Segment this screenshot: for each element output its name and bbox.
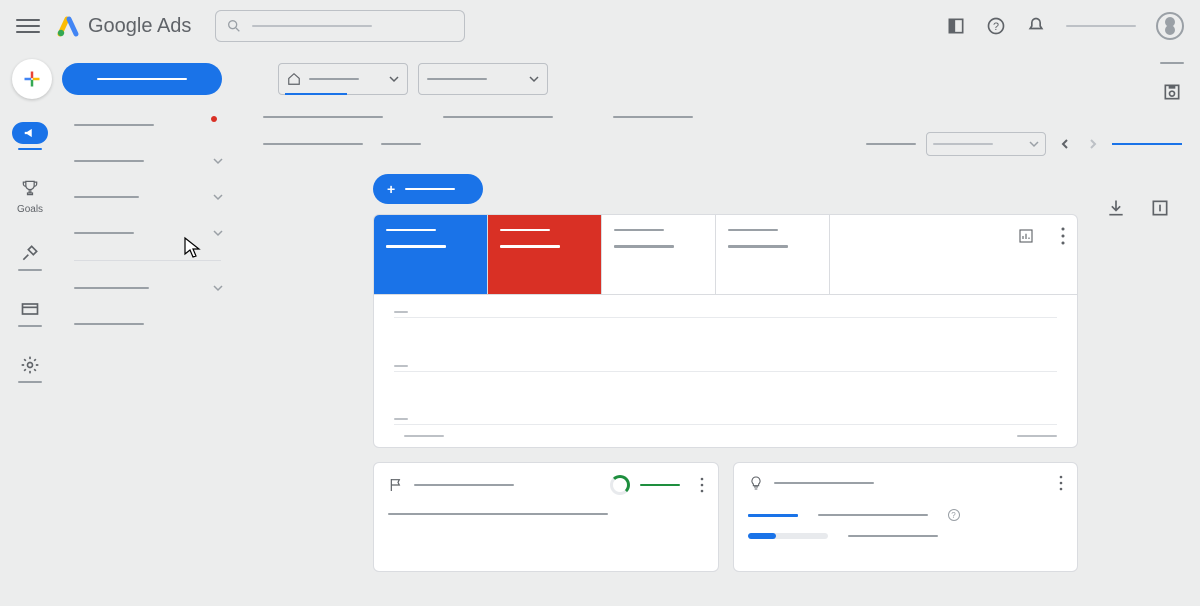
download-icon[interactable]	[1106, 198, 1126, 218]
account-avatar[interactable]	[1156, 12, 1184, 40]
crumb-1[interactable]	[443, 116, 553, 118]
save-icon[interactable]	[1162, 82, 1182, 102]
x-tick-end	[1017, 435, 1057, 437]
chevron-down-icon	[213, 228, 223, 238]
primary-action-button[interactable]	[62, 63, 222, 95]
score-value	[748, 514, 798, 517]
chart-area	[374, 295, 1077, 435]
chevron-down-icon	[213, 283, 223, 293]
progress-label	[848, 535, 938, 537]
sidebar-item-5[interactable]	[68, 315, 227, 333]
active-range-indicator	[1112, 143, 1182, 145]
optimization-card: ?	[733, 462, 1079, 572]
progress-bar	[748, 533, 828, 539]
more-menu-icon[interactable]	[700, 477, 704, 493]
scorecard-row	[374, 215, 1077, 295]
scorecard-3[interactable]	[716, 215, 830, 294]
billing-icon	[20, 299, 40, 319]
hamburger-menu-icon[interactable]	[16, 14, 40, 38]
rail-tools[interactable]	[18, 241, 42, 271]
crumb-2[interactable]	[613, 116, 693, 118]
subnav-tab-0[interactable]	[263, 143, 363, 145]
rail-billing[interactable]	[18, 297, 42, 327]
chart-settings-icon[interactable]	[1017, 227, 1035, 245]
search-icon	[226, 18, 242, 34]
chevron-right-icon	[1088, 139, 1098, 149]
summary-card	[373, 214, 1078, 448]
plus-icon: +	[387, 181, 395, 197]
sidebar-item-4[interactable]	[68, 279, 227, 297]
campaign-scope-dropdown[interactable]	[418, 63, 548, 95]
expand-icon[interactable]	[1150, 198, 1170, 218]
home-icon	[287, 72, 301, 86]
sidebar-item-2[interactable]	[68, 188, 227, 206]
date-label	[866, 143, 916, 145]
svg-text:?: ?	[993, 21, 999, 33]
chevron-left-icon	[1060, 139, 1070, 149]
more-menu-icon[interactable]	[1059, 475, 1063, 491]
create-button[interactable]	[12, 59, 52, 99]
lightbulb-icon	[748, 475, 764, 491]
app-header: Google Ads ?	[0, 0, 1200, 52]
scorecard-0[interactable]	[374, 215, 488, 294]
search-input[interactable]	[215, 10, 465, 42]
chevron-down-icon	[529, 74, 539, 84]
subnav-tab-1[interactable]	[381, 143, 421, 145]
recommendations-card	[373, 462, 719, 572]
secondary-nav	[60, 102, 235, 606]
date-prev-button[interactable]	[1056, 135, 1074, 153]
trophy-icon	[20, 178, 40, 198]
account-label	[1066, 25, 1136, 27]
loading-spinner-icon	[610, 475, 630, 495]
tools-icon	[20, 243, 40, 263]
scorecard-2[interactable]	[602, 215, 716, 294]
left-icon-rail: Goals	[0, 102, 60, 606]
alert-dot-icon	[211, 116, 217, 122]
chevron-down-icon	[213, 192, 223, 202]
date-next-button[interactable]	[1084, 135, 1102, 153]
main-content: +	[235, 102, 1200, 606]
megaphone-icon	[23, 126, 37, 140]
chevron-down-icon	[389, 74, 399, 84]
scorecard-1[interactable]	[488, 215, 602, 294]
gear-icon	[20, 355, 40, 375]
top-action-row	[0, 52, 1200, 102]
rail-goals[interactable]: Goals	[17, 176, 43, 215]
flag-icon	[388, 477, 404, 493]
appearance-icon[interactable]	[946, 16, 966, 36]
breadcrumb	[263, 116, 1182, 118]
cursor-icon	[183, 236, 203, 260]
status-text	[640, 484, 680, 486]
chevron-down-icon	[213, 156, 223, 166]
help-icon[interactable]: ?	[986, 16, 1006, 36]
add-button[interactable]: +	[373, 174, 483, 204]
info-icon[interactable]: ?	[948, 509, 960, 521]
sidebar-item-0[interactable]	[68, 116, 227, 134]
sidebar-item-1[interactable]	[68, 152, 227, 170]
card-body-text	[388, 513, 608, 515]
rail-goals-label: Goals	[17, 204, 43, 215]
plus-multicolor-icon	[22, 69, 42, 89]
product-logo[interactable]: Google Ads	[56, 14, 191, 38]
more-menu-icon[interactable]	[1061, 227, 1065, 245]
rail-admin[interactable]	[18, 353, 42, 383]
rail-campaigns[interactable]	[12, 122, 48, 150]
right-rail-item[interactable]	[1160, 62, 1184, 64]
product-name: Google Ads	[88, 15, 191, 38]
notifications-icon[interactable]	[1026, 16, 1046, 36]
x-tick-start	[404, 435, 444, 437]
sidebar-item-3[interactable]	[68, 224, 227, 242]
subnav-row	[263, 132, 1182, 156]
date-range-dropdown[interactable]	[926, 132, 1046, 156]
google-ads-logo-icon	[56, 14, 80, 38]
account-scope-dropdown[interactable]	[278, 63, 408, 95]
chevron-down-icon	[1029, 139, 1039, 149]
crumb-0[interactable]	[263, 116, 383, 118]
score-label	[818, 514, 928, 516]
